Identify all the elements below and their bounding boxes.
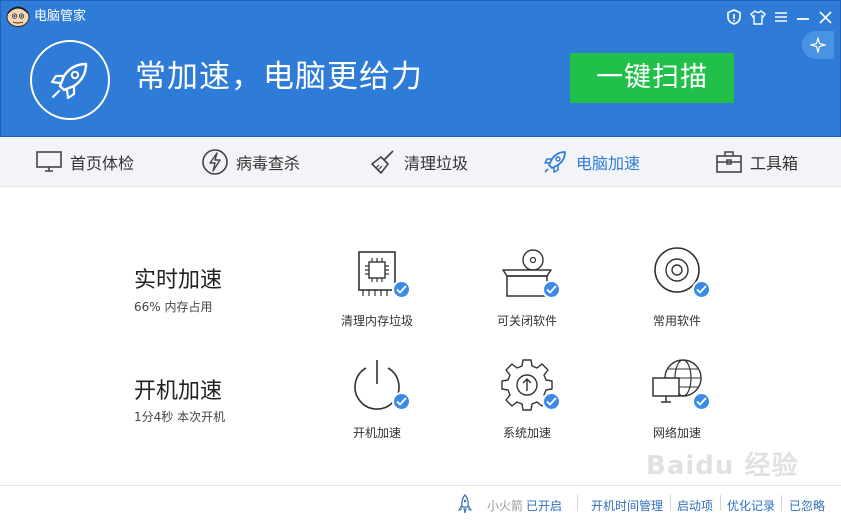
hero-slogan: 常加速，电脑更给力 [135,59,423,95]
divider [720,495,721,511]
feature-label: 常用软件 [652,314,701,328]
hero-rocket-badge [30,40,110,120]
app-logo [6,6,30,27]
startup-items-link[interactable]: 启动项 [677,497,713,514]
optimize-record-link[interactable]: 优化记录 [727,497,775,514]
feature-label: 开机加速 [352,426,401,440]
tab-pc-speedup[interactable]: 电脑加速 [540,137,640,187]
tab-label: 电脑加速 [576,154,641,173]
closable-software-item[interactable]: 可关闭软件 [472,246,582,336]
divider [670,495,671,511]
title-bar[interactable]: 电脑管家 [1,1,840,33]
system-speedup-item[interactable]: 系统加速 [472,358,582,448]
divider [781,495,782,511]
feature-label: 网络加速 [652,426,701,440]
boot-time-manage-link[interactable]: 开机时间管理 [591,497,663,514]
small-rocket-icon [458,494,472,514]
feature-label: 可关闭软件 [496,314,557,328]
rocket-label: 小火箭 [487,499,524,513]
clean-memory-item[interactable]: 清理内存垃圾 [322,246,432,336]
rocket-icon [50,62,88,100]
one-click-scan-button[interactable]: 一键扫描 [570,53,734,103]
tab-label: 清理垃圾 [404,154,469,173]
sparkle-icon[interactable] [802,31,834,59]
common-software-item[interactable]: 常用软件 [622,246,732,336]
tab-label: 工具箱 [750,154,799,173]
shield-icon[interactable] [725,8,743,26]
footer-bar: 小火箭 已开启 开机时间管理 启动项 优化记录 已忽略 [0,485,841,523]
watermark: Baidu 经验 [646,451,799,481]
boot-speedup-item[interactable]: 开机加速 [322,358,432,448]
monitor-icon [34,147,64,177]
tab-virus-scan[interactable]: 病毒查杀 [200,137,300,187]
memory-usage-text: 66% 内存占用 [134,300,213,314]
checkmark-icon [692,280,711,299]
checkmark-icon [542,392,561,411]
tab-toolbox[interactable]: 工具箱 [714,137,798,187]
shirt-icon[interactable] [749,8,767,26]
close-icon[interactable] [816,8,834,26]
header: 电脑管家 常加速，电脑更给力 一键扫描 [0,0,841,137]
checkmark-icon [392,280,411,299]
menu-icon[interactable] [772,8,790,26]
network-speedup-item[interactable]: 网络加速 [622,358,732,448]
minimize-icon[interactable] [794,8,812,26]
tab-home-checkup[interactable]: 首页体检 [34,137,134,187]
rocket-icon [540,147,570,177]
lightning-icon [200,147,230,177]
boot-time-text: 1分4秒 本次开机 [134,410,226,424]
feature-label: 系统加速 [502,426,551,440]
tab-clean-junk[interactable]: 清理垃圾 [368,137,468,187]
feature-label: 清理内存垃圾 [340,314,413,328]
toolbox-icon [714,147,744,177]
checkmark-icon [692,392,711,411]
rocket-status-link[interactable]: 已开启 [526,497,562,514]
divider [577,495,578,511]
window-title: 电脑管家 [34,9,87,24]
checkmark-icon [392,392,411,411]
main-nav: 首页体检 病毒查杀 清理垃圾 电脑加速 工具箱 [0,137,841,187]
checkmark-icon [542,280,561,299]
tab-label: 病毒查杀 [236,154,301,173]
tab-label: 首页体检 [70,154,135,173]
ignored-link[interactable]: 已忽略 [789,497,825,514]
broom-icon [368,147,398,177]
boot-speedup-title: 开机加速 [134,379,223,404]
realtime-speedup-title: 实时加速 [134,268,223,293]
